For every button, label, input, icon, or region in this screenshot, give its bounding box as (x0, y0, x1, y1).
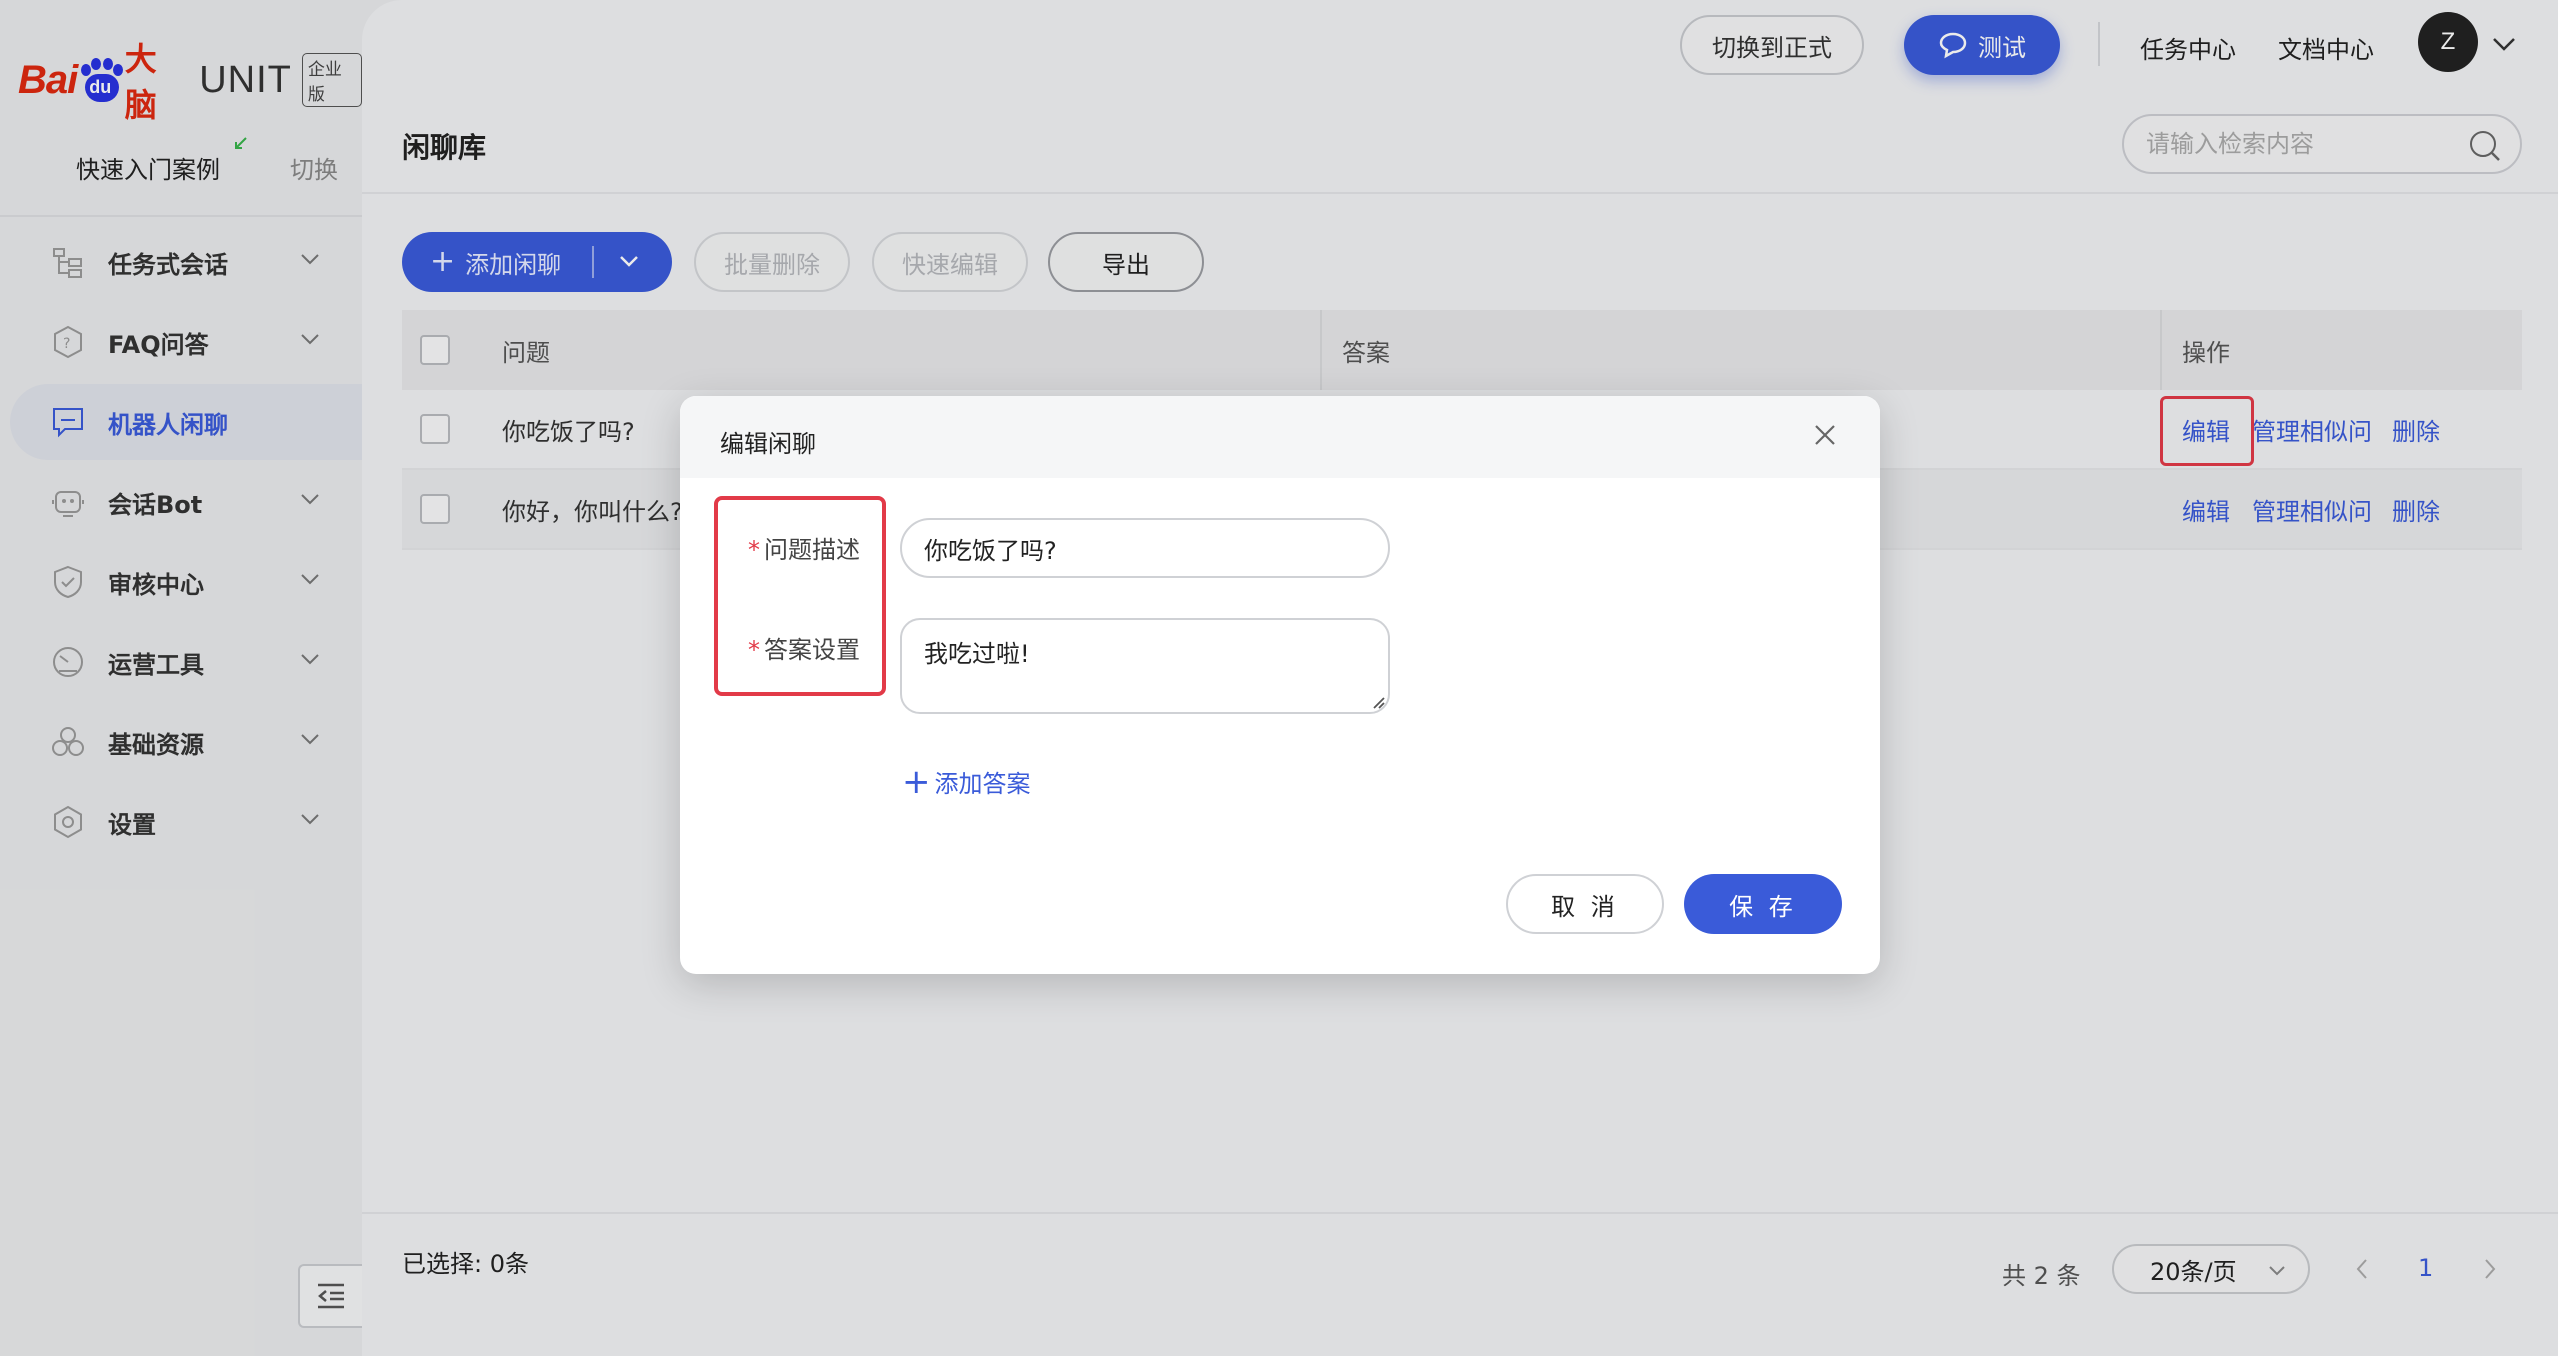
question-input[interactable] (900, 518, 1390, 578)
save-button[interactable]: 保 存 (1684, 874, 1842, 934)
dialog-header: 编辑闲聊 (680, 396, 1880, 478)
add-answer-link[interactable]: + 添加答案 (902, 764, 1031, 799)
label-highlight-box (714, 496, 886, 696)
edit-chitchat-dialog: 编辑闲聊 *问题描述 *答案设置 我吃过啦! + 添加答案 取 消 保 存 (680, 396, 1880, 974)
dialog-title: 编辑闲聊 (720, 430, 816, 458)
cancel-button[interactable]: 取 消 (1506, 874, 1664, 934)
answer-textarea[interactable]: 我吃过啦! (900, 618, 1390, 714)
add-answer-label: 添加答案 (934, 770, 1031, 798)
resize-handle-icon[interactable] (1370, 694, 1386, 710)
plus-icon: + (902, 761, 931, 802)
close-icon[interactable] (1812, 422, 1838, 448)
